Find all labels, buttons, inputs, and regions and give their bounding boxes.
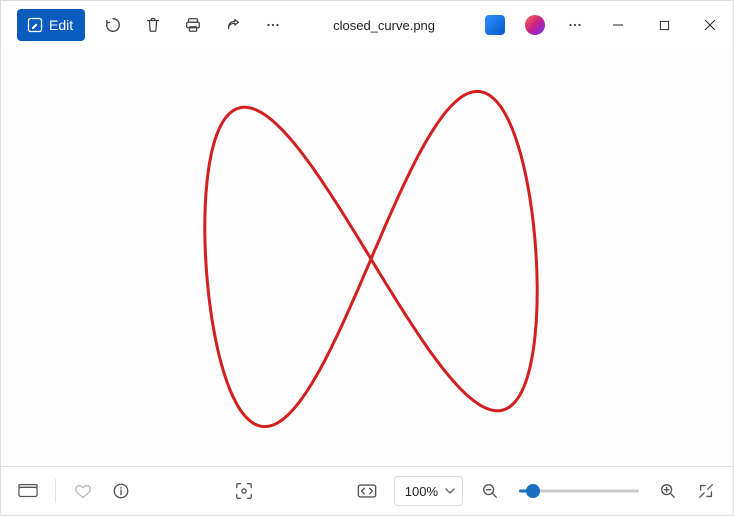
zoom-level-select[interactable]: 100%	[394, 476, 463, 506]
zoom-slider[interactable]	[519, 483, 639, 499]
print-icon	[184, 16, 202, 34]
closed-curve-path	[205, 91, 537, 426]
more-icon	[566, 16, 584, 34]
share-button[interactable]	[213, 5, 253, 45]
chevron-down-icon	[444, 485, 456, 497]
rotate-button[interactable]	[93, 5, 133, 45]
fit-screen-icon	[357, 483, 377, 499]
filename-label: closed_curve.png	[333, 18, 435, 33]
statusbar: 100%	[1, 466, 733, 515]
clipchamp-icon	[525, 15, 545, 35]
maximize-icon	[659, 20, 670, 31]
zoom-in-icon	[659, 482, 677, 500]
more-button-right[interactable]	[555, 5, 595, 45]
zoom-out-button[interactable]	[473, 474, 507, 508]
heart-icon	[74, 482, 92, 500]
zoom-in-button[interactable]	[651, 474, 685, 508]
favorite-button[interactable]	[66, 474, 100, 508]
detect-button[interactable]	[227, 474, 261, 508]
delete-button[interactable]	[133, 5, 173, 45]
photos-app-icon	[485, 15, 505, 35]
info-button[interactable]	[104, 474, 138, 508]
minimize-icon	[612, 19, 624, 31]
print-button[interactable]	[173, 5, 213, 45]
divider	[55, 479, 56, 503]
filmstrip-button[interactable]	[11, 474, 45, 508]
trash-icon	[144, 16, 162, 34]
zoom-level-label: 100%	[405, 484, 438, 499]
open-in-clipchamp-button[interactable]	[515, 5, 555, 45]
window-controls	[595, 5, 733, 45]
maximize-button[interactable]	[641, 5, 687, 45]
image-canvas[interactable]	[1, 49, 733, 466]
photos-viewer-window: Edit	[0, 0, 734, 516]
slider-thumb[interactable]	[526, 484, 540, 498]
close-button[interactable]	[687, 5, 733, 45]
edit-label: Edit	[49, 17, 73, 33]
share-icon	[224, 16, 242, 34]
toolbar: Edit	[1, 1, 733, 49]
info-icon	[112, 482, 130, 500]
fit-screen-button[interactable]	[350, 474, 384, 508]
curve-image	[1, 49, 733, 466]
edit-button[interactable]: Edit	[17, 9, 85, 41]
more-icon	[264, 16, 282, 34]
open-in-photos-button[interactable]	[475, 5, 515, 45]
minimize-button[interactable]	[595, 5, 641, 45]
close-icon	[704, 19, 716, 31]
detect-icon	[234, 481, 254, 501]
edit-icon	[27, 17, 43, 33]
fullscreen-icon	[697, 482, 715, 500]
zoom-out-icon	[481, 482, 499, 500]
more-button-left[interactable]	[253, 5, 293, 45]
fullscreen-button[interactable]	[689, 474, 723, 508]
filmstrip-icon	[18, 483, 38, 499]
rotate-icon	[104, 16, 122, 34]
